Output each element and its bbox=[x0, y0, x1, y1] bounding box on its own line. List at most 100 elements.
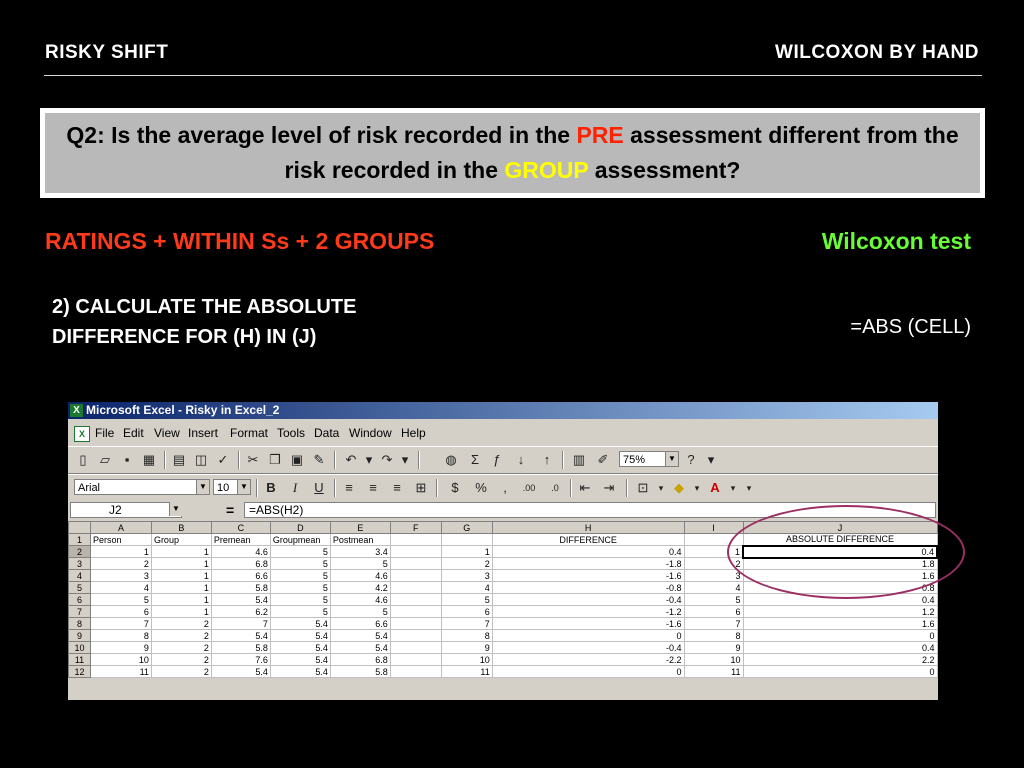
cell-h[interactable]: -1.6 bbox=[491, 617, 685, 630]
align-right-icon[interactable]: ≡ bbox=[388, 479, 406, 497]
workbook-icon[interactable]: X bbox=[74, 426, 90, 442]
cell-f[interactable] bbox=[389, 653, 442, 666]
font-color-icon[interactable]: A bbox=[706, 479, 724, 497]
cell-b[interactable]: 2 bbox=[150, 641, 212, 654]
cell-g[interactable]: 2 bbox=[440, 557, 493, 570]
cell-e[interactable]: 4.2 bbox=[329, 581, 391, 594]
cell-b[interactable]: 1 bbox=[150, 557, 212, 570]
menu-tools[interactable]: Tools bbox=[277, 422, 305, 444]
cell-b[interactable]: 2 bbox=[150, 629, 212, 642]
cell-c[interactable]: 5.4 bbox=[210, 593, 271, 606]
cell-c[interactable]: 6.6 bbox=[210, 569, 271, 582]
cell-j[interactable]: ABSOLUTE DIFFERENCE bbox=[742, 533, 938, 546]
cell-d[interactable]: 5 bbox=[269, 545, 331, 558]
cell-c[interactable]: 6.2 bbox=[210, 605, 271, 618]
cell-e[interactable]: Postmean bbox=[329, 533, 391, 546]
cell-c[interactable]: 4.6 bbox=[210, 545, 271, 558]
cell-g[interactable]: 6 bbox=[440, 605, 493, 618]
menu-window[interactable]: Window bbox=[349, 422, 392, 444]
cell-d[interactable]: 5 bbox=[269, 557, 331, 570]
redo-icon[interactable]: ↷ bbox=[378, 451, 396, 469]
column-header-j[interactable]: J bbox=[742, 521, 938, 534]
cell-c[interactable]: Premean bbox=[210, 533, 271, 546]
cell-j[interactable]: 1.6 bbox=[742, 569, 938, 582]
cell-d[interactable]: 5.4 bbox=[269, 629, 331, 642]
open-folder-icon[interactable]: ▱ bbox=[96, 451, 114, 469]
row-header[interactable]: 4 bbox=[68, 569, 91, 582]
cell-g[interactable]: 11 bbox=[440, 665, 493, 678]
sort-ascending-icon[interactable]: ↓ bbox=[512, 451, 530, 469]
cell-a[interactable]: 4 bbox=[89, 581, 152, 594]
row-header[interactable]: 8 bbox=[68, 617, 91, 630]
cell-e[interactable]: 6.6 bbox=[329, 617, 391, 630]
column-header-i[interactable]: I bbox=[683, 521, 744, 534]
cell-e[interactable]: 6.8 bbox=[329, 653, 391, 666]
excel-app-icon[interactable]: X bbox=[70, 404, 83, 417]
row-header[interactable]: 11 bbox=[68, 653, 91, 666]
cell-a[interactable]: 5 bbox=[89, 593, 152, 606]
copy-icon[interactable]: ❐ bbox=[266, 451, 284, 469]
cell-a[interactable]: 9 bbox=[89, 641, 152, 654]
column-header-c[interactable]: C bbox=[210, 521, 271, 534]
cell-f[interactable] bbox=[389, 629, 442, 642]
menu-view[interactable]: View bbox=[154, 422, 180, 444]
cell-d[interactable]: 5.4 bbox=[269, 665, 331, 678]
new-document-icon[interactable]: ▯ bbox=[74, 451, 92, 469]
cell-d[interactable]: 5.4 bbox=[269, 641, 331, 654]
sort-descending-icon[interactable]: ↑ bbox=[538, 451, 556, 469]
cut-icon[interactable]: ✂ bbox=[244, 451, 262, 469]
toolbar-options-icon[interactable]: ▾ bbox=[702, 451, 720, 469]
font-name-select[interactable]: Arial ▼ bbox=[74, 479, 210, 495]
cell-b[interactable]: 1 bbox=[150, 545, 212, 558]
cell-i[interactable]: 5 bbox=[683, 593, 744, 606]
cell-g[interactable]: 5 bbox=[440, 593, 493, 606]
cell-i[interactable]: 9 bbox=[683, 641, 744, 654]
cell-h[interactable]: -0.4 bbox=[491, 593, 685, 606]
cell-a[interactable]: 1 bbox=[89, 545, 152, 558]
chevron-down-icon[interactable]: ▼ bbox=[237, 480, 250, 494]
cell-a[interactable]: 8 bbox=[89, 629, 152, 642]
fill-color-icon[interactable]: ◆ bbox=[670, 479, 688, 497]
redo-dropdown-icon[interactable]: ▾ bbox=[396, 451, 414, 469]
cell-d[interactable]: 5 bbox=[269, 605, 331, 618]
cell-f[interactable] bbox=[389, 533, 442, 546]
cell-c[interactable]: 7 bbox=[210, 617, 271, 630]
cell-j[interactable]: 2.2 bbox=[742, 653, 938, 666]
print-icon[interactable]: ▤ bbox=[170, 451, 188, 469]
cell-e[interactable]: 5.4 bbox=[329, 641, 391, 654]
menu-help[interactable]: Help bbox=[401, 422, 426, 444]
cell-j[interactable]: 0 bbox=[742, 665, 938, 678]
cell-d[interactable]: Groupmean bbox=[269, 533, 331, 546]
cell-a[interactable]: 11 bbox=[89, 665, 152, 678]
menu-file[interactable]: File bbox=[95, 422, 114, 444]
cell-b[interactable]: 1 bbox=[150, 581, 212, 594]
percent-icon[interactable]: % bbox=[472, 479, 490, 497]
cell-i[interactable]: 6 bbox=[683, 605, 744, 618]
cell-b[interactable]: 1 bbox=[150, 593, 212, 606]
cell-f[interactable] bbox=[389, 545, 442, 558]
cell-e[interactable]: 4.6 bbox=[329, 593, 391, 606]
cell-h[interactable]: -1.8 bbox=[491, 557, 685, 570]
cell-g[interactable]: 4 bbox=[440, 581, 493, 594]
menu-edit[interactable]: Edit bbox=[123, 422, 144, 444]
cell-f[interactable] bbox=[389, 569, 442, 582]
cell-h[interactable]: -0.4 bbox=[491, 641, 685, 654]
cell-e[interactable]: 5.8 bbox=[329, 665, 391, 678]
row-header[interactable]: 12 bbox=[68, 665, 91, 678]
increase-decimal-icon[interactable]: .00 bbox=[520, 479, 538, 497]
help-icon[interactable]: ? bbox=[682, 451, 700, 469]
merge-center-icon[interactable]: ⊞ bbox=[412, 479, 430, 497]
menu-data[interactable]: Data bbox=[314, 422, 339, 444]
excel-titlebar[interactable]: X Microsoft Excel - Risky in Excel_2 bbox=[68, 402, 938, 419]
cell-i[interactable] bbox=[683, 533, 744, 546]
cell-c[interactable]: 7.6 bbox=[210, 653, 271, 666]
row-header[interactable]: 3 bbox=[68, 557, 91, 570]
cell-f[interactable] bbox=[389, 617, 442, 630]
permission-icon[interactable]: ▦ bbox=[140, 451, 158, 469]
row-header[interactable]: 7 bbox=[68, 605, 91, 618]
cell-h[interactable]: DIFFERENCE bbox=[491, 533, 685, 546]
cell-b[interactable]: 2 bbox=[150, 653, 212, 666]
function-icon[interactable]: ƒ bbox=[488, 451, 506, 469]
formula-input[interactable]: =ABS(H2) bbox=[244, 502, 936, 518]
cell-d[interactable]: 5 bbox=[269, 569, 331, 582]
